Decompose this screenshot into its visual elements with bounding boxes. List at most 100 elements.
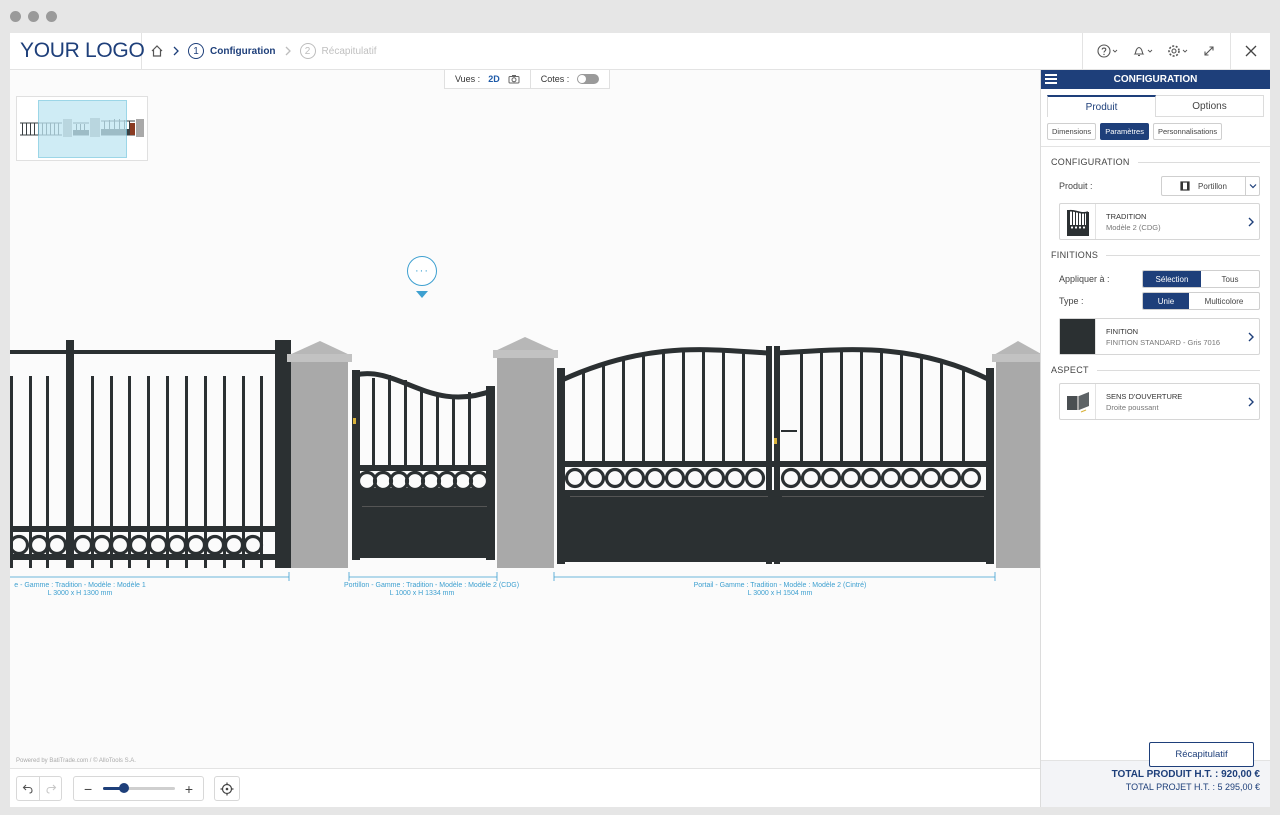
finish-info: FINITION FINITION STANDARD - Gris 7016 <box>1096 326 1243 348</box>
finish-swatch-wrap <box>1060 319 1096 354</box>
apply-row: Appliquer à : Sélection Tous <box>1059 268 1260 290</box>
zoom-control: − + <box>73 776 204 801</box>
recapitulatif-button[interactable]: Récapitulatif <box>1149 742 1254 767</box>
step-number: 1 <box>188 43 204 59</box>
scene-canvas[interactable]: e - Gamme : Tradition - Modèle : Modèle … <box>10 70 1040 768</box>
redo-icon <box>45 784 56 794</box>
gate-model-icon <box>1066 209 1089 236</box>
step-recapitulatif[interactable]: 2 Récapitulatif <box>299 43 377 59</box>
fence-section-1[interactable] <box>10 340 291 568</box>
opening-title: SENS D'OUVERTURE <box>1106 391 1183 401</box>
type-segmented-control: Unie Multicolore <box>1142 292 1260 310</box>
type-option-unie[interactable]: Unie <box>1143 293 1189 309</box>
step-label: Configuration <box>210 45 276 57</box>
model-card[interactable]: TRADITION Modèle 2 (CDG) <box>1059 203 1260 240</box>
window-dot[interactable] <box>46 11 57 22</box>
minimap[interactable] <box>16 96 148 161</box>
pillar[interactable] <box>287 341 352 568</box>
step-number: 2 <box>299 43 316 59</box>
portillon-gate[interactable] <box>352 370 495 560</box>
header: YOUR LOGO 1 Configuration 2 Récapitulati… <box>10 33 1270 70</box>
step-configuration[interactable]: 1 Configuration <box>188 43 276 59</box>
recenter-button[interactable] <box>214 776 240 801</box>
model-subtitle: Modèle 2 (CDG) <box>1106 222 1161 232</box>
finish-title: FINITION <box>1106 326 1139 336</box>
bell-icon <box>1133 46 1145 57</box>
type-option-multicolore[interactable]: Multicolore <box>1189 293 1259 309</box>
fence-scene <box>10 337 1040 768</box>
totals-box: TOTAL PRODUIT H.T. : 920,00 € TOTAL PROJ… <box>1041 760 1270 807</box>
camera-icon[interactable] <box>508 74 520 84</box>
product-row: Produit : Portillon <box>1059 175 1260 197</box>
bottom-toolbar: − + <box>10 768 1040 807</box>
selection-marker-icon <box>416 291 428 298</box>
chevron-right-icon <box>285 46 291 56</box>
opening-direction-card[interactable]: SENS D'OUVERTURE Droite poussant <box>1059 383 1260 420</box>
subtab-parametres[interactable]: Paramètres <box>1100 123 1149 140</box>
close-icon <box>1245 45 1256 57</box>
minimap-viewport[interactable] <box>38 100 127 158</box>
zoom-in-button[interactable]: + <box>185 781 193 797</box>
apply-label: Appliquer à : <box>1059 274 1110 284</box>
fullscreen-button[interactable] <box>1202 44 1216 58</box>
settings-button[interactable] <box>1167 44 1188 58</box>
help-button[interactable] <box>1097 44 1118 58</box>
zoom-slider[interactable] <box>102 783 175 793</box>
notifications-button[interactable] <box>1132 44 1153 58</box>
finish-card[interactable]: FINITION FINITION STANDARD - Gris 7016 <box>1059 318 1260 355</box>
pillar[interactable] <box>992 341 1040 568</box>
window-dot[interactable] <box>28 11 39 22</box>
zoom-out-button[interactable]: − <box>84 781 92 797</box>
home-icon[interactable] <box>150 44 164 58</box>
portail-gate[interactable] <box>557 346 994 564</box>
subtab-dimensions[interactable]: Dimensions <box>1047 123 1097 140</box>
hamburger-menu-icon[interactable] <box>1045 74 1057 84</box>
pillar[interactable] <box>493 337 558 568</box>
dimension-label: Portail - Gamme : Tradition - Modèle : M… <box>610 582 950 598</box>
finish-color-swatch <box>1060 319 1095 354</box>
panel-title: CONFIGURATION <box>1113 74 1198 85</box>
close-button[interactable] <box>1230 33 1270 69</box>
apply-segmented-control: Sélection Tous <box>1142 270 1260 288</box>
panel-header: CONFIGURATION <box>1041 70 1270 89</box>
view-2d-button[interactable]: 2D <box>488 74 500 84</box>
redo-button[interactable] <box>39 777 61 800</box>
opening-subtitle: Droite poussant <box>1106 402 1159 412</box>
dimensions-toggle-label: Cotes : <box>540 74 570 84</box>
more-actions-button[interactable]: ··· <box>407 256 437 286</box>
crosshair-icon <box>220 782 234 795</box>
model-title: TRADITION <box>1106 211 1147 221</box>
undo-button[interactable] <box>17 777 39 800</box>
header-tool-group <box>1082 33 1230 69</box>
dimensions-toggle[interactable] <box>577 74 600 84</box>
panel-subtabs: Dimensions Paramètres Personnalisations <box>1041 117 1270 147</box>
subtab-personnalisations[interactable]: Personnalisations <box>1152 123 1223 140</box>
apply-option-tous[interactable]: Tous <box>1201 271 1259 287</box>
window-dot[interactable] <box>10 11 21 22</box>
product-select[interactable]: Portillon <box>1161 176 1260 196</box>
gear-icon <box>1168 45 1180 57</box>
product-select-value-wrap: Portillon <box>1162 181 1245 191</box>
step-label: Récapitulatif <box>321 45 377 57</box>
dimension-size: L 3000 x H 1300 mm <box>47 590 113 597</box>
tab-produit[interactable]: Produit <box>1047 95 1156 117</box>
tab-options[interactable]: Options <box>1156 95 1264 117</box>
dimension-size: L 3000 x H 1504 mm <box>747 590 813 597</box>
dimension-text: Portillon - Gamme : Tradition - Modèle :… <box>344 582 520 589</box>
section-title-aspect: ASPECT <box>1051 365 1260 375</box>
dimension-label: Portillon - Gamme : Tradition - Modèle :… <box>344 582 520 598</box>
panel-tabs: Produit Options <box>1047 95 1264 117</box>
product-label: Produit : <box>1059 181 1093 191</box>
view-toolbar: Vues : 2D Cotes : <box>444 70 611 89</box>
section-title-configuration: CONFIGURATION <box>1051 157 1260 167</box>
configurator-app: YOUR LOGO 1 Configuration 2 Récapitulati… <box>10 33 1270 807</box>
model-thumbnail <box>1060 204 1096 239</box>
finish-subtitle: FINITION STANDARD - Gris 7016 <box>1106 337 1221 347</box>
apply-option-selection[interactable]: Sélection <box>1143 271 1201 287</box>
product-select-value: Portillon <box>1198 181 1227 191</box>
section-title-finitions: FINITIONS <box>1051 250 1260 260</box>
logo[interactable]: YOUR LOGO <box>10 33 145 69</box>
zoom-slider-handle[interactable] <box>119 783 130 793</box>
opening-thumbnail <box>1060 384 1096 419</box>
views-label: Vues : <box>455 74 481 84</box>
